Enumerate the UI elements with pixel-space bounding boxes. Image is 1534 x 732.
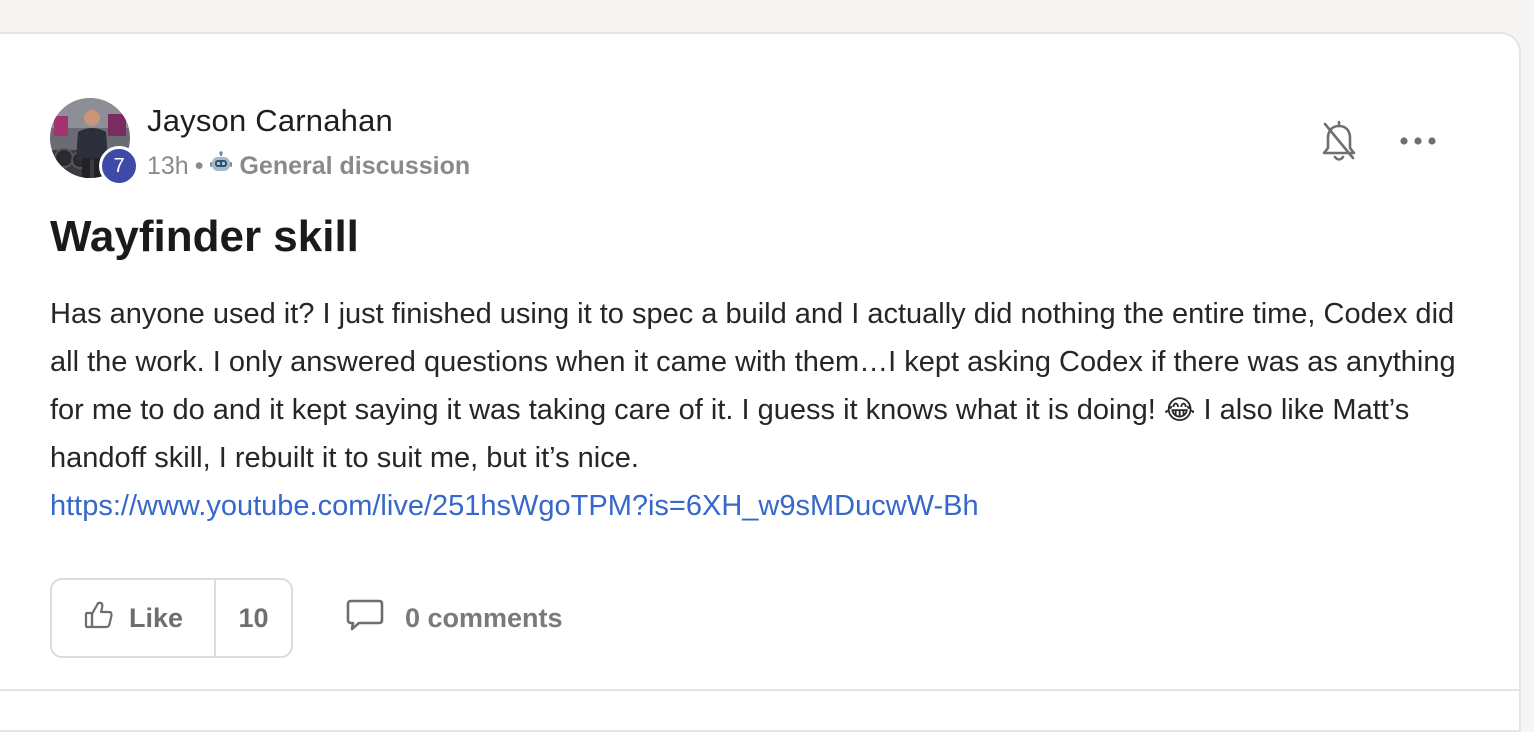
post-divider (0, 689, 1521, 691)
comment-bubble-icon (345, 598, 385, 639)
robot-icon (209, 150, 233, 182)
comments-button[interactable]: 0 comments (345, 598, 563, 638)
laughing-emoji-icon: 😂 (1163, 395, 1196, 425)
level-badge: 7 (99, 146, 139, 186)
meta-separator: • (194, 151, 204, 180)
category-link[interactable]: General discussion (239, 152, 470, 181)
like-button[interactable]: Like (52, 580, 216, 656)
author-name[interactable]: Jayson Carnahan (147, 103, 393, 139)
like-label: Like (128, 602, 184, 633)
post-body: Has anyone used it? I just finished usin… (50, 290, 1470, 482)
thumbs-up-icon (83, 599, 115, 638)
post-time: 13h (147, 151, 189, 180)
more-dots-icon[interactable] (1398, 126, 1438, 156)
post-meta: 13h • General discussion (147, 150, 470, 182)
bell-off-icon[interactable] (1320, 120, 1358, 164)
post-title[interactable]: Wayfinder skill (50, 212, 359, 262)
comments-label: 0 comments (405, 602, 563, 633)
like-count[interactable]: 10 (216, 580, 291, 656)
like-group: Like 10 (50, 578, 293, 658)
post-link[interactable]: https://www.youtube.com/live/251hsWgoTPM… (50, 482, 979, 530)
